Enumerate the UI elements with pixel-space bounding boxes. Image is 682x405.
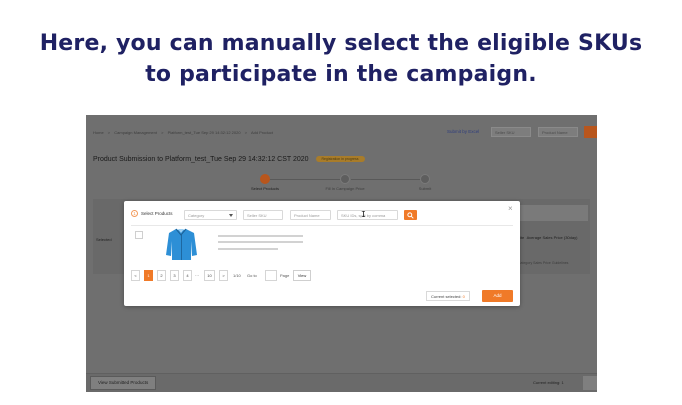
view-submitted-products-button[interactable]: View Submitted Products (90, 376, 157, 390)
step-1-label: Select Products (250, 186, 280, 191)
top-bar: Home > Campaign Management > Platform_te… (86, 125, 597, 143)
search-button[interactable] (404, 210, 417, 220)
step-3-label: Submit (418, 186, 432, 191)
chevron-down-icon (229, 214, 233, 217)
step-number-badge: 1 (131, 210, 138, 217)
pagination-goto-input[interactable] (265, 270, 277, 281)
text-cursor-icon: I (361, 210, 366, 219)
category-select-value: Category (188, 213, 205, 218)
breadcrumb-campaign-management[interactable]: Campaign Management (114, 130, 157, 135)
pagination-page[interactable]: 4 (183, 270, 192, 281)
top-seller-sku-input[interactable]: Seller SKU (491, 127, 531, 137)
step-connector (269, 179, 341, 180)
page-title: Product Submission to Platform_test_Tue … (93, 156, 365, 163)
pagination-ellipsis: ··· (195, 273, 199, 278)
breadcrumb-home[interactable]: Home (93, 130, 104, 135)
background-col-average-price: Average Sales Price (30day) (526, 235, 578, 240)
pagination-goto-label: Go to (247, 273, 257, 278)
current-selected-label: Current selected: (431, 294, 462, 299)
caption-line-2: to participate in the campaign. (145, 62, 537, 87)
breadcrumb-separator: > (244, 130, 248, 135)
sku-ids-input[interactable]: SKU IDs, split by comma (337, 210, 398, 220)
bottom-bar: View Submitted Products Current editing:… (86, 373, 597, 392)
page-title-text: Product Submission to Platform_test_Tue … (93, 156, 309, 163)
search-icon (407, 212, 414, 219)
bottom-action-button[interactable] (583, 376, 597, 390)
select-products-modal: × 1 Select Products Category Seller SKU … (124, 201, 520, 306)
current-selected-count: 0 (462, 294, 465, 299)
pagination-page-last[interactable]: 10 (204, 270, 215, 281)
step-2-label: Fill In Campaign Price (325, 186, 365, 191)
progress-steps: Select Products Fill In Campaign Price S… (241, 174, 441, 194)
product-text-placeholder (218, 248, 278, 250)
caption-heading: Here, you can manually select the eligib… (0, 28, 682, 90)
add-button[interactable]: Add (482, 290, 513, 302)
step-3-dot (420, 174, 430, 184)
breadcrumb: Home > Campaign Management > Platform_te… (93, 130, 276, 135)
seller-sku-input[interactable]: Seller SKU (243, 210, 283, 220)
product-name-input[interactable]: Product Name (290, 210, 331, 220)
product-text-placeholder (218, 235, 303, 237)
caption-line-1: Here, you can manually select the eligib… (39, 31, 643, 56)
pagination-page-info: 1/10 (233, 273, 241, 278)
pagination: < 1 2 3 4 ··· 10 > 1/10 Go to Page View (131, 270, 331, 281)
select-products-label: Select Products (141, 211, 173, 216)
product-checkbox[interactable] (135, 231, 143, 239)
pagination-page[interactable]: 1 (144, 270, 153, 281)
step-connector (351, 179, 423, 180)
breadcrumb-add-product: Add Product (250, 130, 273, 135)
submit-by-excel-link[interactable]: Submit by Excel (447, 129, 479, 134)
pagination-view-button[interactable]: View (293, 270, 311, 281)
pagination-prev[interactable]: < (131, 270, 140, 281)
top-search-button[interactable] (584, 126, 597, 138)
breadcrumb-separator: > (161, 130, 164, 135)
current-editing-text: Current editing: 1 (533, 380, 564, 385)
breadcrumb-separator: > (107, 130, 111, 135)
step-1-dot (260, 174, 270, 184)
background-price-note: Category Sales Price Guidelines (518, 261, 569, 265)
top-product-name-input[interactable]: Product Name (538, 127, 578, 137)
category-select[interactable]: Category (184, 210, 237, 220)
status-badge: Registration in progress (315, 156, 365, 163)
close-icon[interactable]: × (508, 205, 513, 213)
product-text-placeholder (218, 241, 303, 243)
jacket-image (166, 228, 197, 260)
pagination-page[interactable]: 2 (157, 270, 166, 281)
current-selected-indicator: Current selected: 0 (426, 291, 470, 301)
pagination-page[interactable]: 3 (170, 270, 179, 281)
background-col-selected: Selected (96, 237, 112, 242)
pagination-page-label: Page (280, 273, 290, 278)
breadcrumb-campaign[interactable]: Platform_test_Tue Sep 29 14:32:12 2020 (168, 130, 241, 135)
pagination-next[interactable]: > (219, 270, 228, 281)
step-2-dot (340, 174, 350, 184)
